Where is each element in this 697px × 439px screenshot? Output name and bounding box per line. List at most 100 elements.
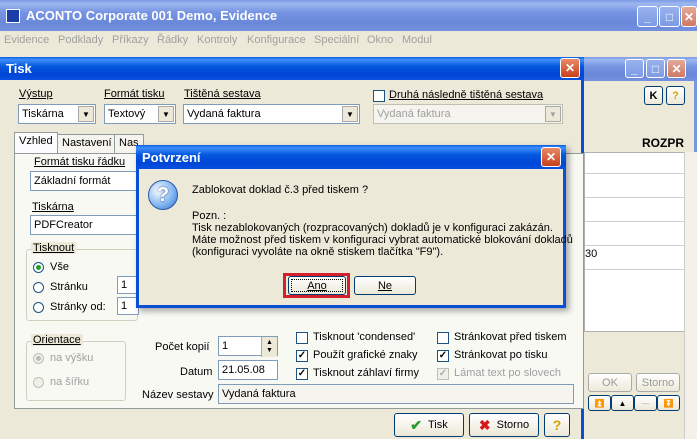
spinner-arrows-icon[interactable]: ▲ ▼ xyxy=(261,337,277,357)
vystup-select[interactable]: Tiskárna ▼ xyxy=(18,104,96,124)
lamat-text-checkbox[interactable]: ✓ xyxy=(437,368,449,380)
zahlavi-firmy-checkbox[interactable]: ✓ xyxy=(296,368,308,380)
confirm-question: Zablokovat doklad č.3 před tiskem ? xyxy=(192,184,369,196)
nazev-sestavy-field: Vydaná faktura xyxy=(218,384,574,404)
menu-radky[interactable]: Řádky xyxy=(157,34,188,46)
menu-kontroly[interactable]: Kontroly xyxy=(197,34,237,46)
format-tisku-select[interactable]: Textový ▼ xyxy=(104,104,176,124)
radio-na-sirku[interactable] xyxy=(33,377,44,388)
format-radku-label: Formát tisku řádku xyxy=(34,156,126,168)
strankovat-po-checkbox[interactable]: ✓ xyxy=(437,350,449,362)
tisk-help-button[interactable]: ? xyxy=(544,413,570,437)
tab-vzhled[interactable]: Vzhled xyxy=(14,132,58,154)
menu-prikazy[interactable]: Příkazy xyxy=(112,34,149,46)
confirm-close-button[interactable]: ✕ xyxy=(541,147,561,167)
confirm-note-line1: Tisk nezablokovaných (rozpracovaných) do… xyxy=(192,222,553,234)
main-title-bar: ACONTO Corporate 001 Demo, Evidence xyxy=(0,0,697,31)
bg-storno-button[interactable]: Storno xyxy=(636,373,680,392)
zahlavi-firmy-label: Tisknout záhlaví firmy xyxy=(313,367,419,379)
condensed-checkbox[interactable] xyxy=(296,332,308,344)
tiskarna-label: Tiskárna xyxy=(32,201,74,213)
radio-stranky-od[interactable] xyxy=(33,302,44,313)
menu-konfigurace[interactable]: Konfigurace xyxy=(247,34,306,46)
tiskarna-field[interactable]: PDFCreator xyxy=(30,215,140,235)
main-minimize-button[interactable]: _ xyxy=(637,6,658,27)
bg-grid: 30 xyxy=(584,152,694,332)
yes-button[interactable]: Ano xyxy=(288,276,346,295)
orientace-group xyxy=(26,341,126,401)
no-button[interactable]: Ne xyxy=(354,276,416,295)
bg-close-button[interactable]: ✕ xyxy=(667,59,686,78)
strankovat-po-label: Stránkovat po tisku xyxy=(454,349,548,361)
bg-column-header: ROZPR xyxy=(642,136,684,150)
bg-k-button[interactable]: K xyxy=(644,86,663,105)
menu-specialni[interactable]: Speciální xyxy=(314,34,359,46)
format-radku-field[interactable]: Základní formát xyxy=(30,171,140,191)
tisk-button[interactable]: ✔ Tisk xyxy=(394,413,464,437)
tisknout-label: Tisknout xyxy=(31,242,77,254)
radio-vse-label: Vše xyxy=(50,261,69,273)
tab-nastaveni[interactable]: Nastavení xyxy=(57,134,117,154)
chevron-down-icon: ▼ xyxy=(158,106,174,122)
bg-nav-toolbar: ⏫ ▲ — ⏬ xyxy=(588,395,680,411)
pocet-kopii-spinner[interactable]: 1 ▲ ▼ xyxy=(218,336,278,357)
confirm-note-line3: (konfiguraci vyvoláte na okně stiskem tl… xyxy=(192,246,444,258)
radio-stranku-label: Stránku xyxy=(50,281,88,293)
chevron-down-icon: ▼ xyxy=(545,106,561,122)
format-tisku-label: Formát tisku xyxy=(104,88,165,100)
cross-icon: ✖ xyxy=(478,416,491,433)
radio-na-vysku-label: na výšku xyxy=(50,352,94,364)
druha-sestava-select[interactable]: Vydaná faktura ▼ xyxy=(373,104,563,124)
first-record-button[interactable]: ⏫ xyxy=(588,395,611,411)
bg-help-button[interactable]: ? xyxy=(666,86,685,105)
bg-grid-value: 30 xyxy=(585,248,598,260)
tistena-sestava-label: Tištěná sestava xyxy=(184,88,261,100)
chevron-down-icon: ▼ xyxy=(342,106,358,122)
storno-button[interactable]: ✖ Storno xyxy=(469,413,539,437)
bg-maximize-button[interactable]: □ xyxy=(646,59,665,78)
tisk-title: Tisk xyxy=(6,61,32,76)
tisk-close-button[interactable]: ✕ xyxy=(560,58,580,78)
graficke-znaky-checkbox[interactable]: ✓ xyxy=(296,350,308,362)
next-record-button[interactable]: — xyxy=(634,395,657,411)
tisk-title-bar: Tisk xyxy=(0,57,584,80)
tistena-sestava-select[interactable]: Vydaná faktura ▼ xyxy=(183,104,360,124)
main-close-button[interactable]: ✕ xyxy=(681,6,697,27)
radio-stranku[interactable] xyxy=(33,282,44,293)
main-maximize-button[interactable]: □ xyxy=(659,6,680,27)
menu-evidence[interactable]: Evidence xyxy=(4,34,49,46)
menu-bar: Evidence Podklady Příkazy Řádky Kontroly… xyxy=(0,31,697,51)
lamat-text-label: Lámat text po slovech xyxy=(454,367,562,379)
strankovat-pred-label: Stránkovat před tiskem xyxy=(454,331,567,343)
last-record-button[interactable]: ⏬ xyxy=(657,395,680,411)
strankovat-pred-checkbox[interactable] xyxy=(437,332,449,344)
app-logo-icon xyxy=(6,8,20,23)
bg-minimize-button[interactable]: _ xyxy=(625,59,644,78)
radio-stranky-od-label: Stránky od: xyxy=(50,301,106,313)
chevron-down-icon: ▼ xyxy=(78,106,94,122)
confirm-title-bar: Potvrzení xyxy=(136,145,566,169)
menu-modul[interactable]: Modul xyxy=(402,34,432,46)
menu-okno[interactable]: Okno xyxy=(367,34,393,46)
graficke-znaky-label: Použít grafické znaky xyxy=(313,349,418,361)
condensed-label: Tisknout 'condensed' xyxy=(313,331,416,343)
orientace-label: Orientace xyxy=(31,334,83,346)
radio-na-vysku[interactable] xyxy=(33,353,44,364)
pocet-kopii-label: Počet kopií xyxy=(155,341,210,353)
nazev-sestavy-label: Název sestavy xyxy=(142,389,214,401)
confirm-note-line2: Máte možnost před tiskem v konfiguraci v… xyxy=(192,234,573,246)
menu-podklady[interactable]: Podklady xyxy=(58,34,103,46)
vystup-label: Výstup xyxy=(19,88,53,100)
confirm-title: Potvrzení xyxy=(142,149,201,165)
question-icon: ? xyxy=(148,180,178,210)
bg-scrollbar[interactable] xyxy=(684,152,697,439)
druha-sestava-label: Druhá následně tištěná sestava xyxy=(389,89,544,101)
datum-field[interactable]: 21.05.08 xyxy=(218,360,278,380)
prev-record-button[interactable]: ▲ xyxy=(611,395,634,411)
datum-label: Datum xyxy=(180,366,213,378)
confirm-note-title: Pozn. : xyxy=(192,210,227,222)
druha-sestava-checkbox[interactable] xyxy=(373,90,385,102)
radio-vse[interactable] xyxy=(33,262,44,273)
checkmark-icon: ✔ xyxy=(410,416,422,433)
bg-ok-button[interactable]: OK xyxy=(588,373,632,392)
